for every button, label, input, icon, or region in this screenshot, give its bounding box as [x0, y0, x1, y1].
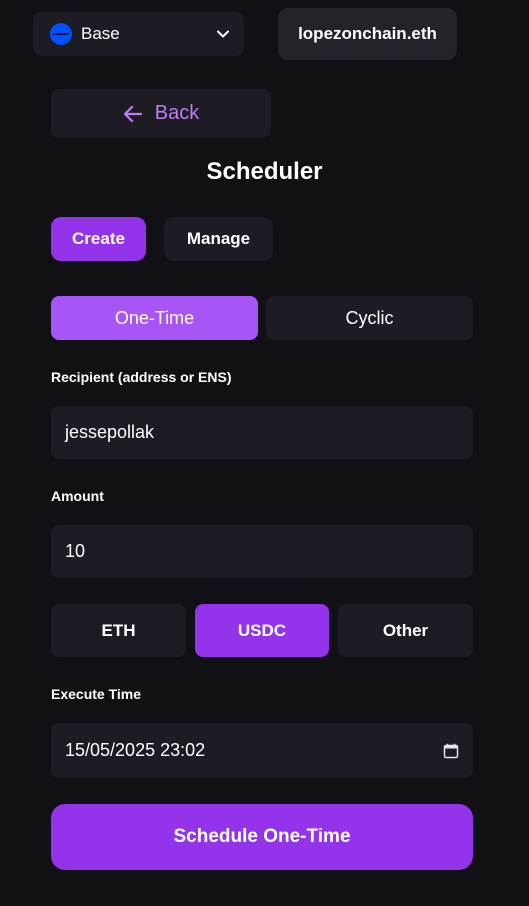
recipient-input[interactable]: jessepollak — [51, 406, 473, 459]
recipient-value: jessepollak — [65, 422, 155, 442]
amount-value: 10 — [65, 541, 86, 561]
execute-time-input[interactable]: 15/05/2025 23:02 — [51, 723, 473, 778]
arrow-left-icon — [123, 105, 142, 122]
page-title: Scheduler — [206, 158, 323, 185]
token-eth-button[interactable]: ETH — [51, 604, 186, 657]
mode-one-time-button[interactable]: One-Time — [51, 296, 258, 340]
back-label: Back — [154, 102, 200, 124]
network-name: Base — [81, 24, 120, 43]
network-selector[interactable]: Base — [33, 12, 244, 56]
mode-cyclic-button[interactable]: Cyclic — [266, 296, 473, 340]
token-usdc-button[interactable]: USDC — [195, 604, 329, 657]
calendar-icon[interactable] — [443, 743, 459, 759]
account-button[interactable]: lopezonchain.eth — [278, 8, 457, 60]
tab-manage[interactable]: Manage — [164, 217, 273, 261]
execute-time-value: 15/05/2025 23:02 — [65, 740, 206, 760]
tab-create[interactable]: Create — [51, 217, 146, 261]
amount-input[interactable]: 10 — [51, 525, 473, 578]
recipient-label: Recipient (address or ENS) — [51, 369, 232, 385]
amount-label: Amount — [51, 488, 104, 504]
token-other-button[interactable]: Other — [338, 604, 473, 657]
schedule-one-time-button[interactable]: Schedule One-Time — [51, 804, 473, 870]
execute-time-label: Execute Time — [51, 686, 142, 702]
chevron-down-icon — [216, 27, 230, 41]
base-network-icon — [50, 23, 72, 45]
back-button[interactable]: Back — [51, 89, 271, 138]
